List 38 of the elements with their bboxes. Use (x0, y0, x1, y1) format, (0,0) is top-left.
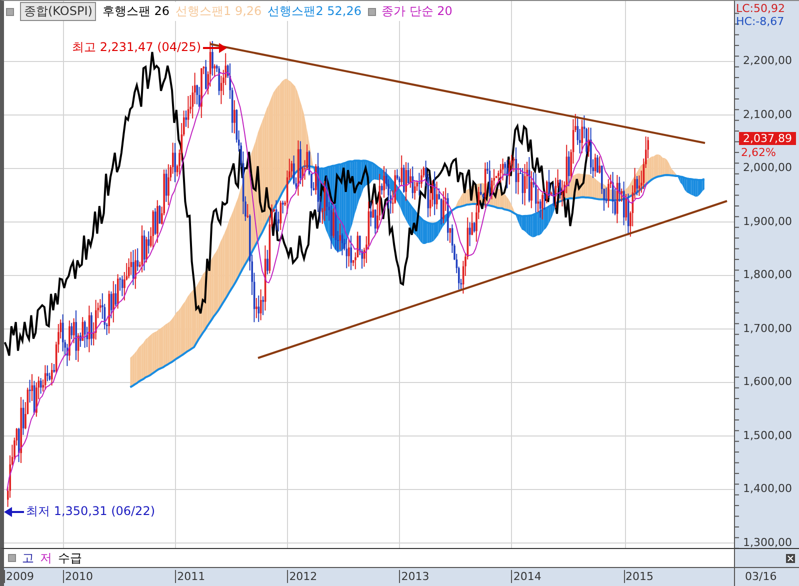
close-icon[interactable] (786, 554, 795, 562)
square-icon (368, 8, 376, 16)
date-label: 03/16 (745, 570, 777, 583)
arrow-icon (4, 506, 24, 516)
current-price-tag: 2,037,89 (739, 132, 796, 145)
symbol-label[interactable]: 종합(KOSPI) (20, 2, 96, 21)
series-label: 저 (40, 550, 52, 566)
square-icon (6, 8, 14, 16)
axis-label: 2015 (624, 570, 654, 583)
series-label: 수급 (58, 550, 82, 566)
axis-label: 2013 (399, 570, 430, 583)
series-label: 고 (22, 550, 34, 566)
axis-label: 1,900,00 (743, 214, 792, 228)
axis-label: 1,500,00 (743, 428, 792, 442)
lc-value: LC:50,92 (736, 2, 786, 15)
axis-label: 2009 (4, 570, 34, 583)
high-price-label: 최고 2,231,47 (04/25) (72, 39, 202, 56)
axis-label: 2011 (175, 570, 206, 583)
arrow-icon (203, 42, 228, 52)
axis-label: 2,100,00 (743, 108, 792, 120)
axis-label: 1,700,00 (743, 322, 792, 334)
axis-label: 2012 (287, 570, 318, 583)
axis-label: 2,200,00 (743, 54, 792, 67)
square-icon (8, 554, 16, 562)
series-label: 선행스팬1 9,26 (176, 3, 262, 20)
axis-label: 2,000,00 (743, 161, 792, 174)
series-label: 종가 단순 20 (382, 3, 452, 20)
series-label: 후행스팬 26 (102, 3, 170, 20)
axis-label: 1,800,00 (743, 268, 792, 281)
change-percent: 2,62% (741, 146, 776, 159)
axis-label: 2014 (511, 570, 542, 583)
series-label: 선행스팬2 52,26 (268, 3, 362, 20)
axis-label: 2010 (63, 570, 93, 583)
axis-label: 1,300,00 (743, 536, 792, 548)
axis-label: 1,600,00 (743, 375, 792, 388)
low-price-label: 최저 1,350,31 (06/22) (26, 503, 156, 520)
hc-value: HC:-8,67 (736, 15, 784, 28)
axis-label: 1,400,00 (743, 482, 792, 495)
